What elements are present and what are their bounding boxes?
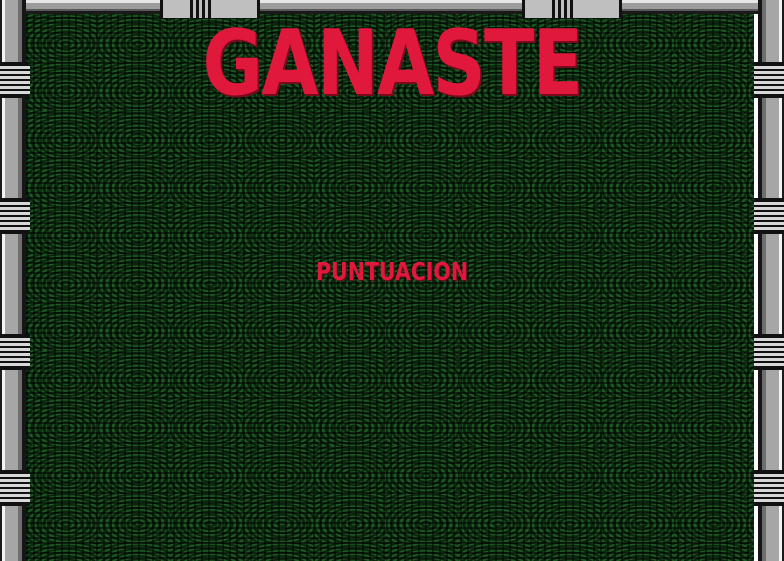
frame-clamp-right-1 xyxy=(754,62,784,98)
frame-clamp-left-3 xyxy=(0,334,30,370)
frame-clamp-left-2 xyxy=(0,198,30,234)
frame-clamp-right-2 xyxy=(754,198,784,234)
frame-clamp-left-4 xyxy=(0,470,30,506)
win-screen: GANASTE PUNTUACION xyxy=(0,0,784,561)
frame-clamp-right-4 xyxy=(754,470,784,506)
win-title: GANASTE xyxy=(202,11,583,116)
score-label: PUNTUACION xyxy=(316,257,468,286)
frame-clamp-left-1 xyxy=(0,62,30,98)
frame-clamp-right-3 xyxy=(754,334,784,370)
